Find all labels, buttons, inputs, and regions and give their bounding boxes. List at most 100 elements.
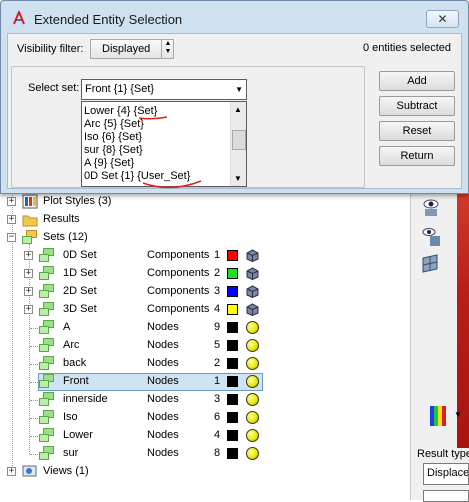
scrollbar-thumb[interactable] [232,130,246,150]
color-swatch[interactable] [227,394,238,405]
set-row[interactable]: Iso Nodes 6 [0,409,410,427]
set-row[interactable]: Front Nodes 1 [0,373,410,391]
set-type: Components [147,285,210,297]
subtract-button[interactable]: Subtract [379,96,455,116]
ball-icon [246,447,259,460]
plot-styles-icon [22,194,38,209]
set-option[interactable]: A {9} {Set} [84,157,134,170]
set-icon [39,392,55,407]
color-swatch[interactable] [227,286,238,297]
tree-guide-line [30,364,38,365]
ball-icon [246,321,259,334]
select-set-label: Select set: [28,82,80,94]
color-swatch[interactable] [227,358,238,369]
set-folder-icon [22,230,38,245]
set-id: 8 [214,447,221,459]
return-button[interactable]: Return [379,146,455,166]
set-id: 3 [214,285,221,297]
set-id: 4 [214,303,221,315]
set-type: Components [147,267,210,279]
title-bar[interactable]: Extended Entity Selection ✕ [1,1,468,33]
set-row[interactable]: Lower Nodes 4 [0,427,410,445]
expand-icon[interactable]: + [24,251,33,260]
close-button[interactable]: ✕ [426,10,459,28]
add-button[interactable]: Add [379,71,455,91]
set-icon [39,356,55,371]
mesh-icon[interactable] [420,252,442,274]
color-swatch[interactable] [227,448,238,459]
dropdown-arrow-icon[interactable]: ▼ [454,410,462,419]
set-icon [39,320,55,335]
set-row[interactable]: +2D Set Components 3 [0,283,410,301]
expand-icon[interactable]: + [7,215,16,224]
contour-icon[interactable] [428,404,450,426]
set-type: Nodes [147,447,179,459]
set-name: back [63,357,87,369]
ball-icon [246,393,259,406]
ball-icon [246,357,259,370]
set-row[interactable]: +0D Set Components 1 [0,247,410,265]
set-id: 2 [214,267,221,279]
scroll-down-icon[interactable]: ▼ [234,174,242,183]
color-swatch[interactable] [227,250,238,261]
set-row[interactable]: +3D Set Components 4 [0,301,410,319]
set-option[interactable]: Iso {6} {Set} [84,131,142,144]
color-swatch[interactable] [227,322,238,333]
scroll-up-icon[interactable]: ▲ [234,105,242,114]
tree-item-plot-styles[interactable]: + Plot Styles (3) [0,193,410,211]
spinner-arrows-icon[interactable]: ▲ ▼ [161,40,174,58]
set-type: Components [147,303,210,315]
set-id: 2 [214,357,221,369]
set-id: 6 [214,411,221,423]
list-scrollbar[interactable]: ▲ ▼ [230,102,246,186]
expand-icon[interactable]: + [24,269,33,278]
tree-guide-line [30,382,38,383]
result-type-secondary-select[interactable] [423,490,469,502]
select-set-combobox[interactable]: Front {1} {Set} ▼ [81,79,247,100]
set-type: Nodes [147,339,179,351]
reset-button[interactable]: Reset [379,121,455,141]
result-type-select[interactable]: Displace [423,463,469,485]
set-row[interactable]: +1D Set Components 2 [0,265,410,283]
expand-icon[interactable]: + [7,467,16,476]
set-icon [39,338,55,353]
set-name: innerside [63,393,108,405]
views-icon [22,465,37,477]
set-row[interactable]: sur Nodes 8 [0,445,410,463]
set-row[interactable]: back Nodes 2 [0,355,410,373]
set-option[interactable]: Arc {5} {Set} [84,118,144,131]
color-swatch[interactable] [227,268,238,279]
tree-guide-line [30,436,38,437]
color-swatch[interactable] [227,412,238,423]
dialog-body: Visibility filter: Displayed ▲ ▼ 0 entiti… [7,33,462,189]
color-swatch[interactable] [227,304,238,315]
tree-item-sets[interactable]: − Sets (12) [0,229,410,247]
tree-item-views[interactable]: + Views (1) [0,463,410,481]
cube-icon [246,267,259,281]
expand-icon[interactable]: + [24,305,33,314]
set-name: 0D Set [63,249,97,261]
color-swatch[interactable] [227,340,238,351]
color-swatch[interactable] [227,430,238,441]
color-swatch[interactable] [227,376,238,387]
tree-item-label: Sets (12) [43,231,88,243]
set-name: 1D Set [63,267,97,279]
set-row[interactable]: Arc Nodes 5 [0,337,410,355]
set-name: Lower [63,429,93,441]
eye-visibility-icon[interactable] [420,196,442,218]
tree-item-label: Results [43,213,80,225]
eye-isolate-icon[interactable] [420,226,442,248]
expand-icon[interactable]: + [24,287,33,296]
collapse-icon[interactable]: − [7,233,16,242]
set-id: 3 [214,393,221,405]
set-type: Nodes [147,357,179,369]
tree-item-results[interactable]: + Results [0,211,410,229]
chevron-down-icon[interactable]: ▼ [235,85,243,94]
set-option[interactable]: sur {8} {Set} [84,144,143,157]
set-row[interactable]: A Nodes 9 [0,319,410,337]
model-browser-tree: + Plot Styles (3) + Results − Sets (12) … [0,190,410,500]
expand-icon[interactable]: + [7,197,16,206]
set-type: Nodes [147,375,179,387]
set-row[interactable]: innerside Nodes 3 [0,391,410,409]
set-type: Nodes [147,411,179,423]
